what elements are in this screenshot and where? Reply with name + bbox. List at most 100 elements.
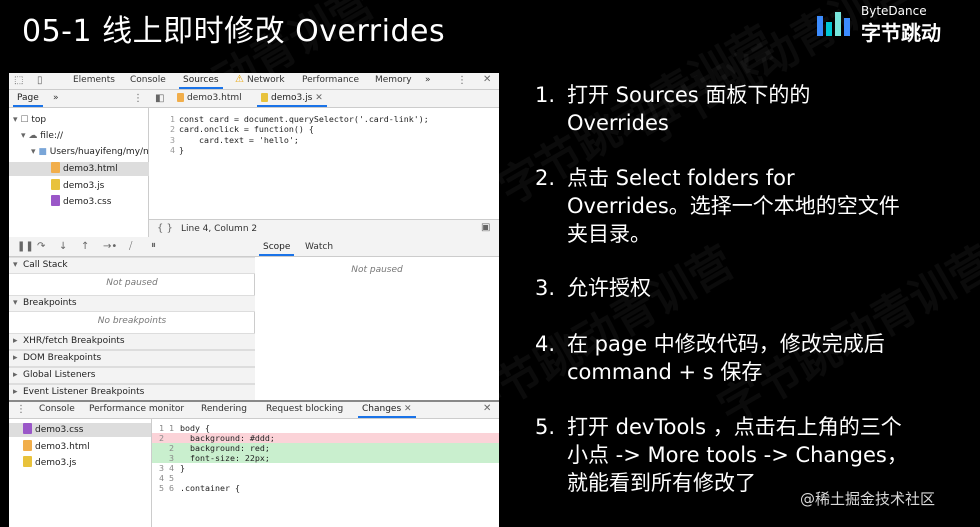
bytedance-logo: ByteDance 字节跳动 [815,4,975,45]
old-line-number: 3 [159,463,164,473]
more-options-icon[interactable]: ⋮ [16,404,26,415]
editor-tab-demo3-html[interactable]: demo3.html [177,93,242,103]
tree-item-demo3-css[interactable]: demo3.css [51,195,111,207]
pretty-print-icon[interactable]: { } [157,223,173,234]
coverage-icon[interactable]: ▣ [481,222,490,233]
editor-statusbar: { } Line 4, Column 2 ▣ [149,219,499,237]
changed-file-demo3-js[interactable]: demo3.js [23,456,76,468]
step-text: 允许授权 [567,276,651,300]
tree-item-demo3-html[interactable]: demo3.html [9,162,149,176]
editor-tab-label: demo3.js [271,93,313,103]
deactivate-breakpoints-icon[interactable]: ⧸ [129,241,132,252]
changed-file-demo3-css[interactable]: demo3.css [9,423,151,437]
diff-text: font-size: 22px; [180,453,270,463]
more-options-icon[interactable]: ⋮ [133,93,143,104]
diff-view: 1 1 body { 2 background: #ddd; 2 backgroun… [152,419,499,527]
pause-on-exceptions-icon[interactable]: ⏸ [151,240,156,251]
more-subtabs-button[interactable]: » [53,93,59,103]
old-line-number: 5 [159,483,164,493]
tree-item-origin[interactable]: ▾ ☁ file:// [21,131,63,141]
scope-tabs: Scope Watch [255,237,499,257]
tree-label: top [31,115,47,125]
tab-memory[interactable]: Memory [375,75,412,85]
step-number: 4. [535,332,556,356]
tab-performance[interactable]: Performance [302,75,359,85]
tab-elements[interactable]: Elements [73,75,115,85]
diff-text: background: #ddd; [180,433,275,443]
changed-file-demo3-html[interactable]: demo3.html [23,440,90,452]
drawer-tabs: ⋮ Console Performance monitor Rendering … [9,402,499,419]
line-code: const card = document.querySelector('.ca… [179,114,429,124]
devtools-tabbar: ⬚ ▯ Elements Console Sources ⚠ Network P… [9,73,499,90]
tab-watch[interactable]: Watch [305,242,333,252]
inspect-icon[interactable]: ⬚ [14,75,23,86]
toggle-navigator-icon[interactable]: ◧ [155,93,164,104]
diff-row: 5 6 .container { [152,483,499,493]
step-3: 3. 允许授权 [535,274,915,302]
close-tab-icon[interactable]: ✕ [404,404,412,414]
file-label: demo3.js [35,458,77,468]
pause-icon[interactable]: ❚❚ [17,241,34,252]
tab-network[interactable]: Network [247,75,285,85]
tree-item-folder[interactable]: ▾ ■ Users/huayifeng/my/n [31,147,149,157]
tab-sources[interactable]: Sources [179,75,223,89]
section-global-listeners[interactable]: Global Listeners [9,367,255,384]
step-into-icon[interactable]: ↓ [59,241,67,252]
breakpoints-message: No breakpoints [97,316,167,326]
drawer-tab-performance-monitor[interactable]: Performance monitor [89,404,184,414]
drawer-tab-rendering[interactable]: Rendering [201,404,247,414]
close-drawer-icon[interactable]: ✕ [483,403,491,414]
brand-name-cn: 字节跳动 [861,21,941,45]
devtools-drawer: ⋮ Console Performance monitor Rendering … [9,400,499,527]
bytedance-icon [817,12,850,36]
more-options-icon[interactable]: ⋮ [457,75,467,86]
close-tab-icon[interactable]: ✕ [315,93,323,103]
css-file-icon [23,423,32,434]
editor-tab-demo3-js[interactable]: demo3.js ✕ [257,93,327,107]
drawer-tab-console[interactable]: Console [39,404,75,414]
navigator-subtabs: Page » ⋮ [9,90,149,108]
step-5: 5. 打开 devTools ，点击右上角的三个小点 -> More tools … [535,413,915,497]
step-icon[interactable]: →• [103,241,117,252]
section-dom-breakpoints[interactable]: DOM Breakpoints [9,350,255,367]
more-tabs-button[interactable]: » [425,75,431,85]
folder-icon: ■ [38,147,47,157]
old-line-number: 2 [159,433,164,443]
diff-row-deleted: 2 background: #ddd; [152,433,499,443]
diff-text: .container { [180,483,240,493]
step-out-icon[interactable]: ↑ [81,241,89,252]
subtab-page[interactable]: Page [13,93,43,107]
section-breakpoints[interactable]: Breakpoints [9,295,255,312]
section-event-listener-breakpoints[interactable]: Event Listener Breakpoints [9,384,255,401]
tree-label: demo3.css [63,197,112,207]
diff-row: 1 1 body { [152,423,499,433]
juejin-watermark: @稀土掘金技术社区 [800,490,936,508]
new-line-number: 5 [169,473,174,483]
tree-item-demo3-js[interactable]: demo3.js [51,179,104,191]
section-xhr-breakpoints[interactable]: XHR/fetch Breakpoints [9,333,255,350]
tab-console[interactable]: Console [130,75,166,85]
line-code: card.onclick = function() { [179,124,314,135]
drawer-tab-changes[interactable]: Changes ✕ [358,404,416,418]
debugger-toolbar: ❚❚ ↷ ↓ ↑ →• ⧸ ⏸ [9,237,255,257]
code-editor[interactable]: ◧ demo3.html demo3.js ✕ 1 const card = do… [149,90,499,237]
section-call-stack[interactable]: Call Stack [9,257,255,274]
new-line-number: 1 [169,423,174,433]
drawer-tab-label: Changes [362,404,402,414]
tab-scope[interactable]: Scope [258,242,295,256]
changed-files-list: demo3.css demo3.html demo3.js [9,419,152,527]
devtools-panel: ⬚ ▯ Elements Console Sources ⚠ Network P… [9,73,499,527]
new-line-number: 4 [169,463,174,473]
step-over-icon[interactable]: ↷ [37,241,45,252]
line-code: card.text = 'hello'; [179,134,299,145]
close-icon[interactable]: ✕ [483,74,491,85]
file-label: demo3.css [35,425,84,435]
cursor-position: Line 4, Column 2 [181,224,258,234]
drawer-tab-request-blocking[interactable]: Request blocking [266,404,343,414]
device-toolbar-icon[interactable]: ▯ [37,75,43,86]
diff-row: 45 [152,473,499,483]
new-line-number: 3 [169,453,174,463]
tree-item-top[interactable]: ▾ ☐ top [13,115,46,125]
html-file-icon [177,93,184,102]
step-text: 点击 Select folders for Overrides。选择一个本地的空… [567,166,900,246]
